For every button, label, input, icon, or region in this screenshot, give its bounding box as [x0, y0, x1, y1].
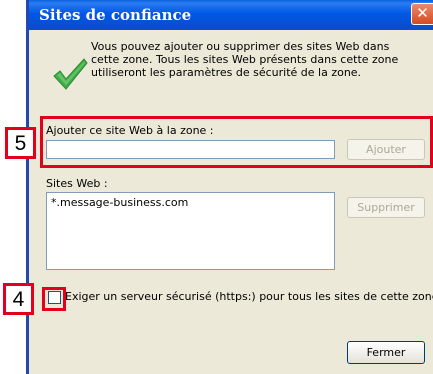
- step-badge-5: 5: [5, 127, 36, 159]
- background-window-edge: [0, 0, 28, 374]
- close-icon[interactable]: ✕: [411, 3, 433, 25]
- step-badge-4: 4: [3, 283, 34, 315]
- require-https-label[interactable]: Exiger un serveur sécurisé (https:) pour…: [65, 290, 433, 303]
- info-text: Vous pouvez ajouter ou supprimer des sit…: [91, 40, 399, 79]
- websites-list[interactable]: *.message-business.com: [46, 192, 335, 270]
- list-item[interactable]: *.message-business.com: [51, 196, 188, 209]
- websites-label: Sites Web :: [46, 177, 108, 190]
- trusted-sites-dialog: Sites de confiance ✕ Vous pouvez ajouter…: [27, 0, 433, 374]
- highlight-add-site-section: [40, 116, 433, 168]
- dialog-title: Sites de confiance: [39, 6, 192, 24]
- green-checkmark-icon: [53, 58, 88, 90]
- title-bar[interactable]: Sites de confiance ✕: [29, 0, 433, 30]
- remove-button[interactable]: Supprimer: [347, 197, 425, 218]
- highlight-https-checkbox: [42, 287, 66, 311]
- close-button[interactable]: Fermer: [347, 341, 425, 364]
